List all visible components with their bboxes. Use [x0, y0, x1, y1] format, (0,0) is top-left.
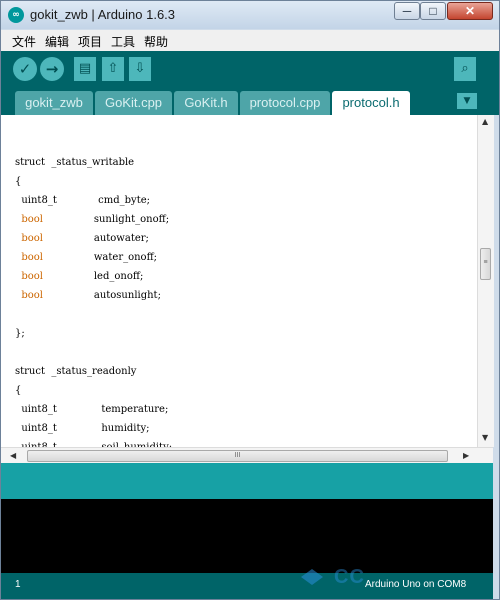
line-number: 1 [15, 579, 21, 590]
code-line: bool autosunlight; [21, 290, 161, 301]
code-line: bool water_onoff; [21, 252, 158, 263]
close-button[interactable]: ✕ [447, 2, 493, 20]
menu-file[interactable]: 文件 [12, 33, 36, 50]
code-line: }; [15, 328, 25, 339]
keyword-bool: bool [21, 271, 43, 282]
tab-menu-chevron-down-icon[interactable]: ▼ [457, 93, 477, 109]
save-sketch-icon[interactable]: ⇩ [129, 57, 151, 81]
horizontal-scroll-thumb[interactable]: III [27, 450, 448, 462]
vertical-scroll-thumb[interactable]: ≡ [480, 248, 491, 280]
tab-protocol-cpp[interactable]: protocol.cpp [240, 91, 330, 115]
window-title: gokit_zwb | Arduino 1.6.3 [30, 7, 176, 22]
keyword-bool: bool [21, 233, 43, 244]
scroll-right-icon[interactable]: ▶ [463, 451, 469, 460]
tab-bar: gokit_zwb GoKit.cpp GoKit.h protocol.cpp… [1, 88, 499, 115]
scroll-down-icon[interactable]: ▼ [482, 433, 488, 442]
code-line: ​ [15, 343, 172, 362]
tab-gokit-zwb[interactable]: gokit_zwb [15, 91, 93, 115]
code-line: uint8_t soil_humidity; [15, 438, 172, 447]
tab-gokit-h[interactable]: GoKit.h [174, 91, 238, 115]
new-sketch-icon[interactable]: ▤ [74, 57, 96, 81]
watermark-text: CC [334, 566, 365, 588]
menu-help[interactable]: 帮助 [144, 33, 168, 50]
code-line: { [15, 385, 22, 396]
scroll-up-icon[interactable]: ▲ [482, 117, 488, 126]
watermark-icon [301, 569, 323, 585]
arduino-ide-window: ∞ gokit_zwb | Arduino 1.6.3 ─ □ ✕ 文件 编辑 … [0, 0, 500, 600]
minimize-button[interactable]: ─ [394, 2, 420, 20]
code-line: ​ [15, 305, 172, 324]
code-line: bool autowater; [21, 233, 149, 244]
menu-edit[interactable]: 编辑 [45, 33, 69, 50]
upload-icon[interactable]: → [40, 57, 64, 81]
horizontal-scrollbar[interactable]: ◀ III ▶ [1, 447, 493, 464]
footer-status-bar: 1 Arduino Uno on COM8 [1, 573, 493, 599]
menu-sketch[interactable]: 项目 [78, 33, 102, 50]
tab-protocol-h[interactable]: protocol.h [332, 91, 410, 115]
code-line: uint8_t humidity; [15, 423, 150, 434]
menu-bar: 文件 编辑 项目 工具 帮助 [1, 30, 499, 51]
board-port-label: Arduino Uno on COM8 [365, 579, 467, 590]
open-sketch-icon[interactable]: ⇧ [102, 57, 124, 81]
tab-gokit-cpp[interactable]: GoKit.cpp [95, 91, 172, 115]
toolbar: ✓ → ▤ ⇧ ⇩ ⌕ [1, 51, 499, 88]
vertical-scrollbar[interactable]: ▲ ≡ ▼ [477, 115, 494, 447]
serial-monitor-icon[interactable]: ⌕ [454, 57, 476, 81]
code-line: uint8_t cmd_byte; [15, 195, 150, 206]
keyword-bool: bool [21, 290, 43, 301]
code-line: struct _status_readonly [15, 366, 137, 377]
maximize-button[interactable]: □ [420, 2, 446, 20]
keyword-bool: bool [21, 252, 43, 263]
arduino-logo-icon: ∞ [8, 7, 24, 23]
code-editor[interactable]: struct _status_writable { uint8_t cmd_byt… [1, 115, 477, 447]
verify-icon[interactable]: ✓ [13, 57, 37, 81]
output-console[interactable] [1, 499, 493, 573]
status-strip [1, 463, 493, 499]
code-line: bool sunlight_onoff; [21, 214, 170, 225]
title-bar[interactable]: ∞ gokit_zwb | Arduino 1.6.3 ─ □ ✕ [1, 1, 499, 29]
code-line: struct _status_writable [15, 157, 135, 168]
code-line: bool led_onoff; [21, 271, 144, 282]
keyword-bool: bool [21, 214, 43, 225]
menu-tools[interactable]: 工具 [111, 33, 135, 50]
code-line: { [15, 176, 22, 187]
scroll-left-icon[interactable]: ◀ [10, 451, 16, 460]
code-lines: struct _status_writable { uint8_t cmd_byt… [15, 134, 172, 447]
code-line: uint8_t temperature; [15, 404, 169, 415]
